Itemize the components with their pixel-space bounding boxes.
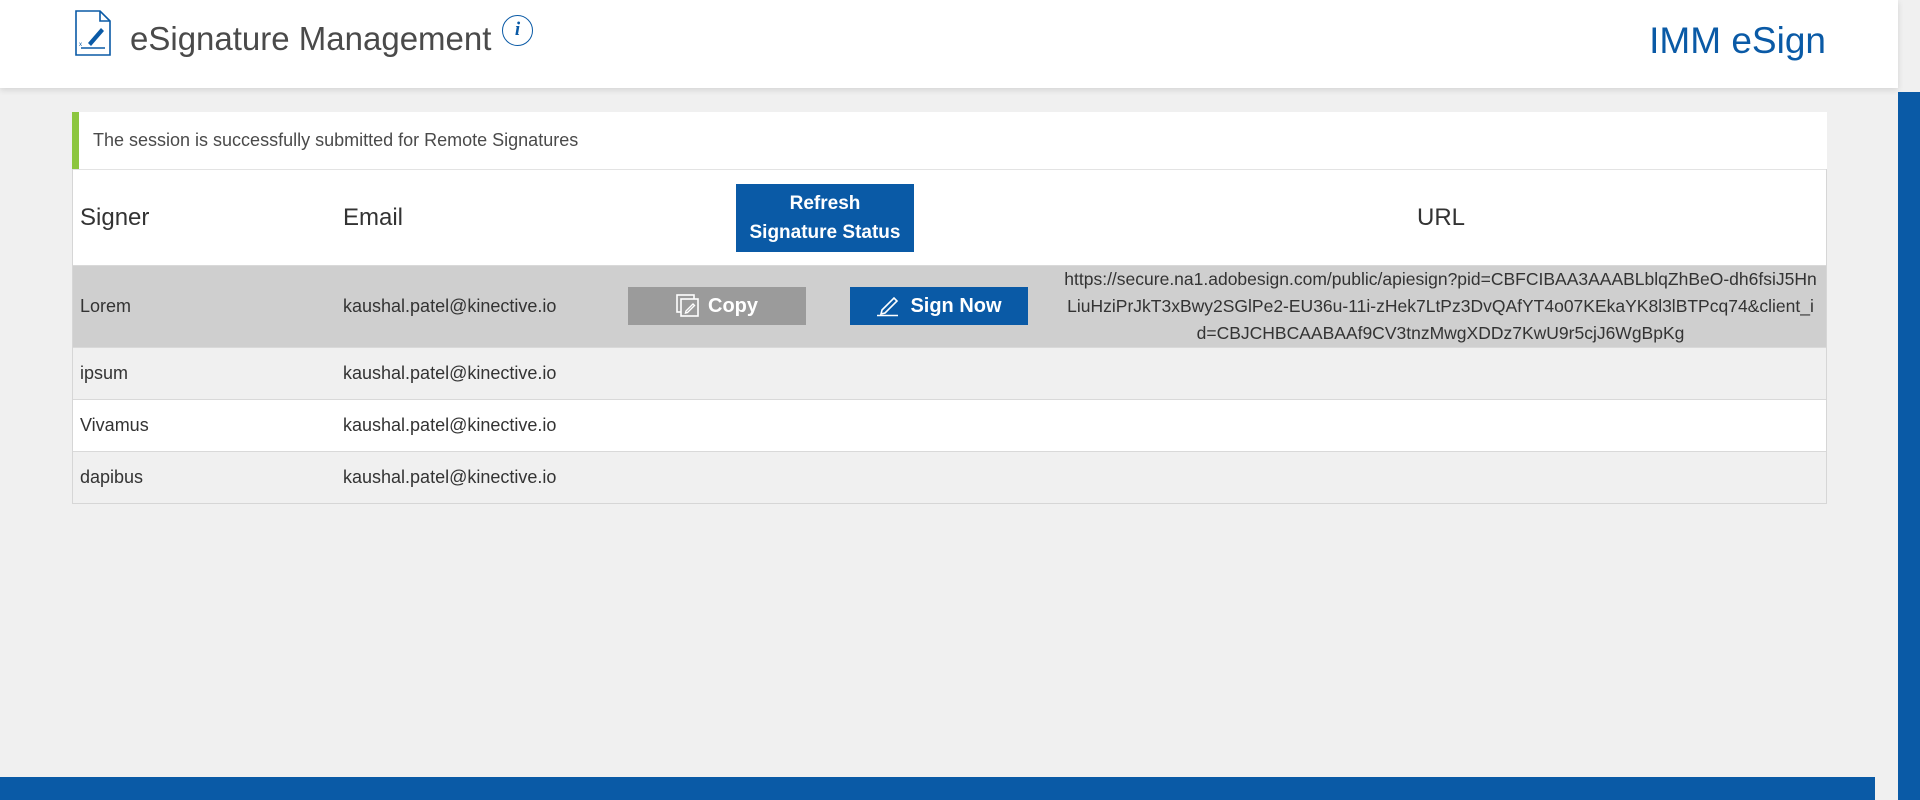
copy-button-label: Copy <box>708 294 758 317</box>
column-header-url: URL <box>1417 203 1466 231</box>
table-row[interactable]: Lorem kaushal.patel@kinective.io Copy Si… <box>73 265 1826 347</box>
sign-now-button-label: Sign Now <box>910 294 1002 317</box>
svg-text:x: x <box>79 42 82 48</box>
success-alert: The session is successfully submitted fo… <box>72 112 1827 169</box>
app-header: x eSignature Management i IMM eSign <box>0 0 1898 88</box>
sign-now-button[interactable]: Sign Now <box>850 287 1028 325</box>
signer-name: Lorem <box>80 296 132 316</box>
signer-name: ipsum <box>80 363 129 383</box>
signer-email: kaushal.patel@kinective.io <box>343 467 557 487</box>
footer-bar <box>0 777 1875 800</box>
table-row: dapibus kaushal.patel@kinective.io <box>73 451 1826 503</box>
signer-name: Vivamus <box>80 415 149 435</box>
page: x eSignature Management i IMM eSign The … <box>0 0 1920 800</box>
info-icon[interactable]: i <box>502 15 533 46</box>
copy-url-button[interactable]: Copy <box>628 287 806 325</box>
table-header-row: Signer Email Refresh Signature Status UR… <box>73 169 1826 265</box>
signer-email: kaushal.patel@kinective.io <box>343 415 557 435</box>
signer-email: kaushal.patel@kinective.io <box>343 363 557 383</box>
refresh-button-label-line1: Refresh <box>789 193 861 214</box>
refresh-button-label-line2: Signature Status <box>749 222 901 243</box>
scrollbar-thumb[interactable] <box>1898 92 1920 800</box>
signer-email: kaushal.patel@kinective.io <box>343 296 557 316</box>
signer-name: dapibus <box>80 467 144 487</box>
column-header-email: Email <box>343 203 404 231</box>
pen-icon <box>877 296 899 317</box>
column-header-signer: Signer <box>80 203 150 231</box>
scrollbar-track[interactable] <box>1898 0 1920 800</box>
signers-table: Signer Email Refresh Signature Status UR… <box>72 169 1827 504</box>
page-title: eSignature Management <box>130 20 492 57</box>
copy-icon <box>676 294 699 317</box>
refresh-signature-status-button[interactable]: Refresh Signature Status <box>736 184 914 252</box>
document-signature-icon: x <box>75 10 111 56</box>
alert-message: The session is successfully submitted fo… <box>93 130 579 150</box>
table-row: Vivamus kaushal.patel@kinective.io <box>73 399 1826 451</box>
table-row: ipsum kaushal.patel@kinective.io <box>73 347 1826 399</box>
signing-url: https://secure.na1.adobesign.com/public/… <box>1064 269 1817 343</box>
brand-name: IMM eSign <box>1649 20 1826 61</box>
